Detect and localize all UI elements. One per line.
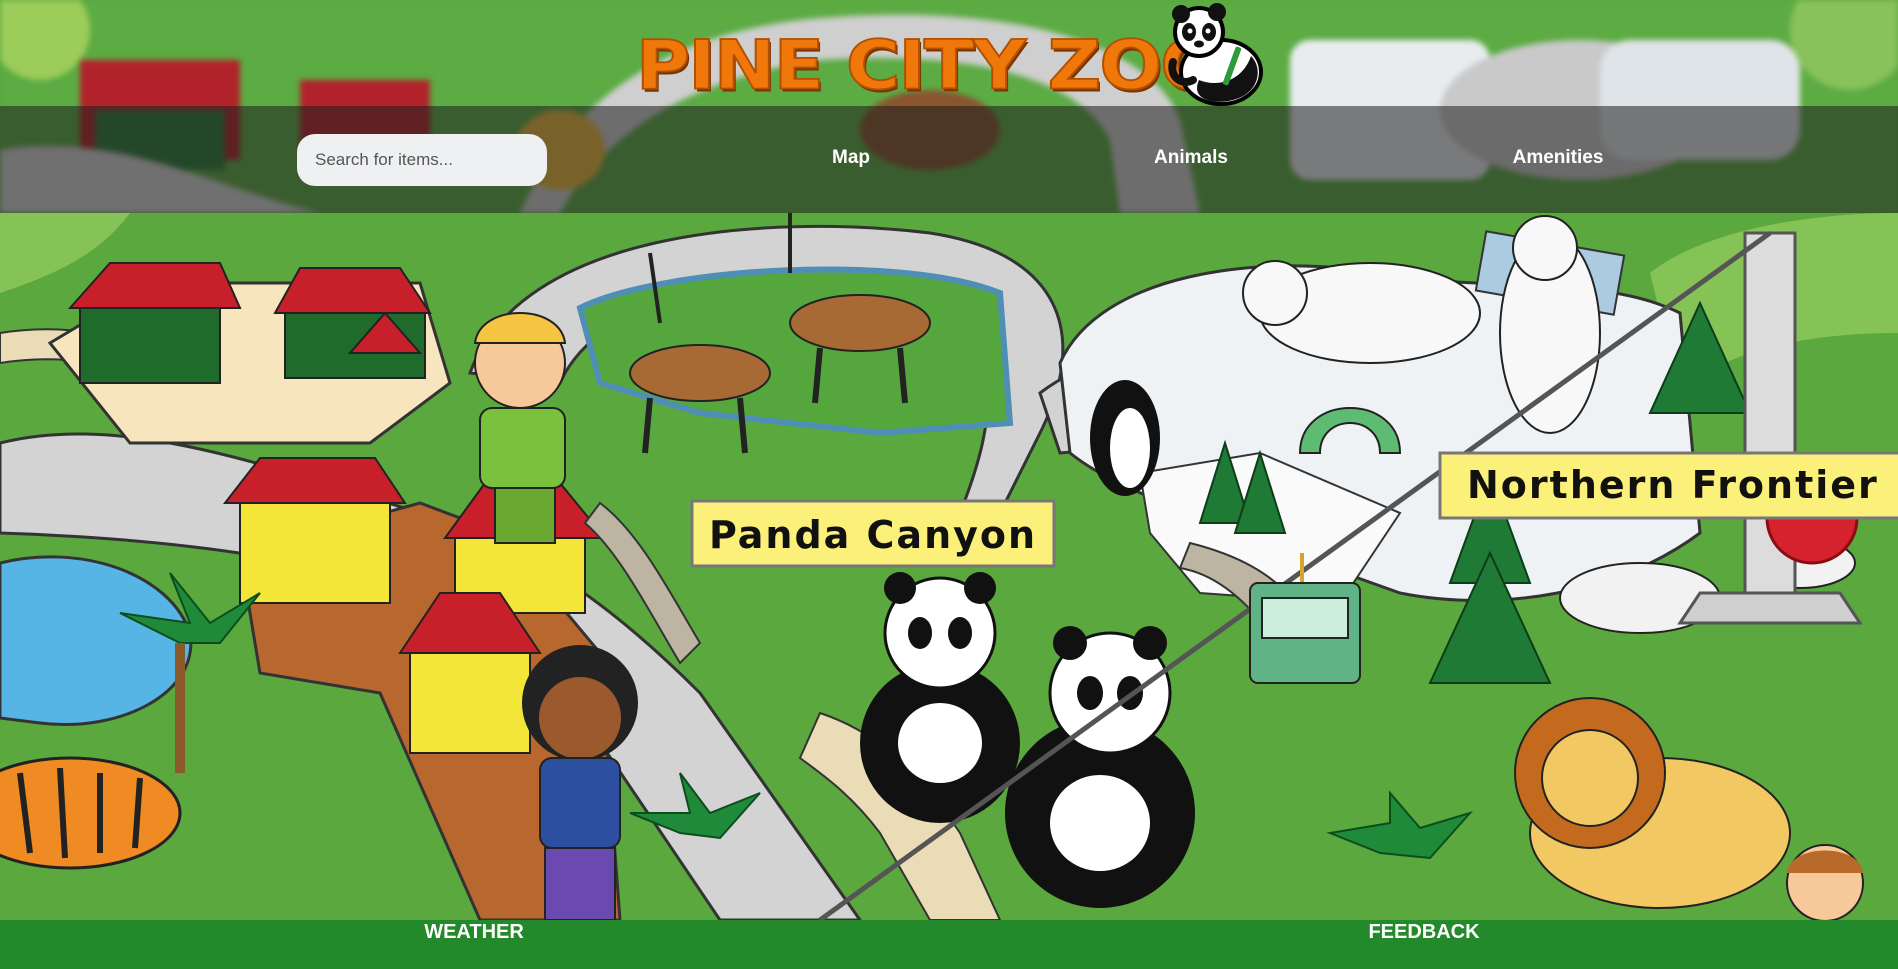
northern-frontier-sign[interactable]: Northern Frontier <box>1438 451 1898 520</box>
nav-link-amenities[interactable]: Amenities <box>1513 147 1604 169</box>
nav-link-animals[interactable]: Animals <box>1154 147 1228 169</box>
nav-bar <box>0 106 1898 213</box>
panda-logo-icon <box>1168 3 1263 106</box>
feedback-link[interactable]: FEEDBACK <box>1368 921 1479 944</box>
northern-frontier-label: Northern Frontier <box>1467 463 1879 507</box>
panda-canyon-sign[interactable]: Panda Canyon <box>690 499 1056 568</box>
panda-canyon-label: Panda Canyon <box>709 513 1037 557</box>
logo-text: PINE CITY ZOO <box>635 25 1224 106</box>
nav-link-map[interactable]: Map <box>832 147 870 169</box>
site-footer <box>0 920 1898 969</box>
zoo-map[interactable]: Panda Canyon Northern Frontier <box>0 213 1898 920</box>
zoo-logo[interactable]: PINE CITY ZOO <box>635 0 1266 106</box>
weather-link[interactable]: WEATHER <box>424 921 524 944</box>
zoo-map-illustration: Panda Canyon Northern Frontier <box>0 213 1898 920</box>
site-header: PINE CITY ZOO Map Animals Amenities <box>0 0 1898 213</box>
search-input[interactable] <box>297 134 547 186</box>
